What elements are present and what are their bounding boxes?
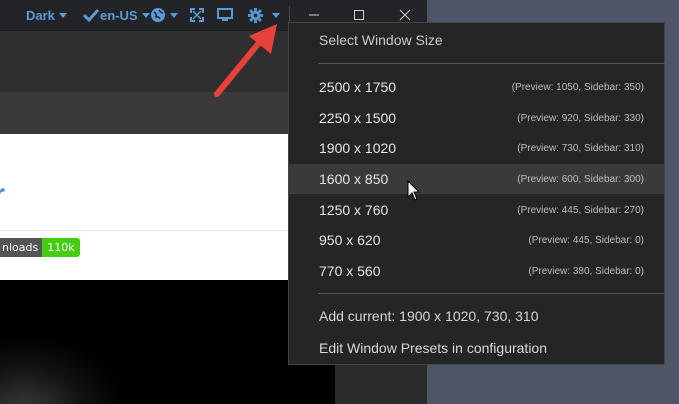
preset-item[interactable]: 1900 x 1020 (Preview: 730, Sidebar: 310) bbox=[289, 133, 664, 163]
menu-divider bbox=[318, 293, 665, 294]
menu-divider bbox=[318, 63, 665, 64]
preset-item[interactable]: 2500 x 1750 (Preview: 1050, Sidebar: 350… bbox=[289, 72, 664, 102]
chevron-down-icon bbox=[170, 12, 178, 18]
minimize-icon bbox=[309, 14, 319, 16]
gear-icon bbox=[248, 7, 263, 23]
preset-meta: (Preview: 380, Sidebar: 0) bbox=[528, 265, 644, 277]
preset-size: 2500 x 1750 bbox=[319, 79, 397, 95]
chevron-down-icon bbox=[141, 12, 150, 18]
downloads-badge[interactable]: nloads 110k bbox=[0, 238, 80, 257]
image-glow bbox=[0, 340, 120, 404]
preset-size: 1600 x 850 bbox=[319, 171, 389, 187]
preset-meta: (Preview: 445, Sidebar: 0) bbox=[528, 234, 644, 246]
preset-meta: (Preview: 600, Sidebar: 300) bbox=[517, 173, 644, 185]
preset-size: 1900 x 1020 bbox=[319, 140, 397, 156]
preset-item[interactable]: 950 x 620 (Preview: 445, Sidebar: 0) bbox=[289, 225, 664, 255]
preset-item[interactable]: 2250 x 1500 (Preview: 920, Sidebar: 330) bbox=[289, 103, 664, 133]
preset-size: 1250 x 760 bbox=[319, 202, 389, 218]
preset-size: 950 x 620 bbox=[319, 232, 381, 248]
heading-divider bbox=[0, 230, 335, 231]
checkmark-icon bbox=[82, 8, 100, 22]
window-size-menu: Select Window Size 2500 x 1750 (Preview:… bbox=[288, 22, 665, 365]
preview-image bbox=[0, 280, 335, 404]
theme-label: Dark bbox=[26, 7, 55, 23]
edit-presets-item[interactable]: Edit Window Presets in configuration bbox=[319, 340, 547, 356]
preset-item[interactable]: 1250 x 760 (Preview: 445, Sidebar: 270) bbox=[289, 195, 664, 225]
web-dropdown[interactable] bbox=[150, 0, 178, 30]
mouse-cursor-icon bbox=[407, 180, 421, 201]
preset-meta: (Preview: 445, Sidebar: 270) bbox=[517, 204, 644, 216]
theme-dropdown[interactable]: Dark bbox=[26, 0, 67, 30]
preset-meta: (Preview: 730, Sidebar: 310) bbox=[517, 142, 644, 154]
chevron-down-icon bbox=[272, 12, 280, 18]
preset-size: 2250 x 1500 bbox=[319, 110, 397, 126]
globe-icon bbox=[151, 8, 165, 22]
preview-content: r nloads 110k bbox=[0, 134, 335, 404]
preset-meta: (Preview: 1050, Sidebar: 350) bbox=[511, 81, 644, 93]
menu-title: Select Window Size bbox=[319, 32, 443, 48]
chevron-down-icon bbox=[58, 12, 67, 18]
language-label: en-US bbox=[100, 7, 138, 23]
badge-label: nloads bbox=[0, 238, 43, 257]
preset-item[interactable]: 770 x 560 (Preview: 380, Sidebar: 0) bbox=[289, 256, 664, 286]
close-icon bbox=[399, 9, 411, 21]
preset-item[interactable]: 1600 x 850 (Preview: 600, Sidebar: 300) bbox=[289, 164, 664, 194]
page-heading: r bbox=[0, 178, 5, 210]
badge-count: 110k bbox=[42, 238, 80, 257]
fullscreen-icon bbox=[190, 8, 204, 22]
fullscreen-button[interactable] bbox=[190, 0, 204, 30]
maximize-icon bbox=[354, 10, 364, 20]
monitor-icon bbox=[217, 8, 233, 21]
add-current-preset[interactable]: Add current: 1900 x 1020, 730, 310 bbox=[319, 308, 539, 324]
preset-meta: (Preview: 920, Sidebar: 330) bbox=[517, 112, 644, 124]
language-dropdown[interactable]: en-US bbox=[82, 0, 150, 30]
annotation-arrow-icon bbox=[214, 24, 277, 97]
preset-size: 770 x 560 bbox=[319, 263, 381, 279]
